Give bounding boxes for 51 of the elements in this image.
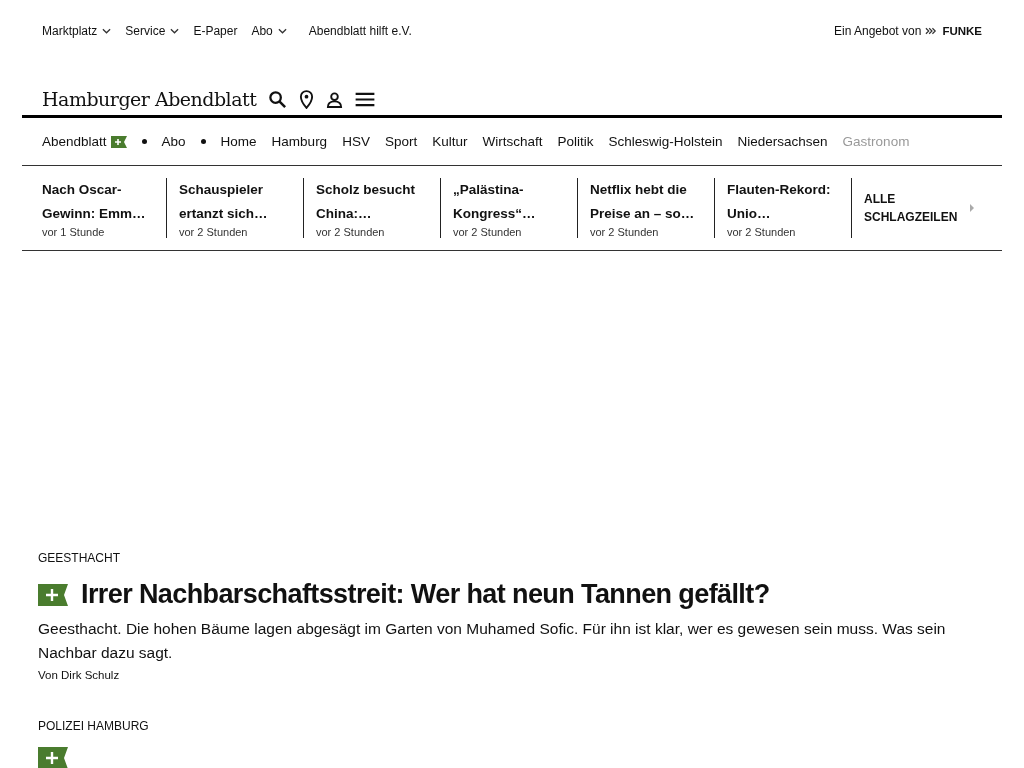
chevron-down-icon[interactable] — [170, 28, 180, 34]
headline-item[interactable]: Schauspieler ertanzt sich… vor 2 Stunden — [179, 178, 304, 238]
top-menu-link[interactable]: Abo — [251, 24, 287, 38]
publisher-label: Ein Angebot von — [833, 24, 922, 38]
publisher-logo[interactable]: FUNKE — [942, 25, 982, 37]
article-kicker: POLIZEI HAMBURG — [38, 719, 150, 733]
headline-title: Nach Oscar-Gewinn: Emm… — [42, 181, 147, 223]
article-headline[interactable]: Irrer Nachbarschaftsstreit: Wer hat neun Tannen gefällt? — [81, 579, 770, 610]
headline-time: vor 2 Stunden — [316, 226, 386, 238]
headline-item[interactable]: Netflix hebt die Preise an – so… vor 2 Stunden — [590, 178, 715, 238]
chevron-down-icon[interactable] — [277, 28, 287, 34]
headline-title: Schauspieler ertanzt sich… — [179, 181, 269, 223]
user-icon[interactable] — [326, 90, 344, 108]
nav-link[interactable]: Kultur — [432, 134, 468, 149]
headline-item[interactable]: „Palästina-Kongress“… vor 2 Stunden — [453, 178, 578, 238]
nav-link[interactable]: Home — [220, 134, 257, 149]
headline-item[interactable]: Scholz besucht China:… vor 2 Stunden — [316, 178, 441, 238]
location-pin-icon[interactable] — [299, 89, 315, 109]
headline-time: vor 1 Stunde — [42, 226, 106, 238]
nav-link[interactable]: HSV — [342, 134, 370, 149]
headline-time: vor 2 Stunden — [590, 226, 660, 238]
top-menu-link[interactable]: E-Paper — [193, 24, 238, 38]
all-headlines-link[interactable]: ALLE SCHLAGZEILEN — [864, 190, 960, 226]
headline-title: Scholz besucht China:… — [316, 181, 416, 223]
headline-time: vor 2 Stunden — [453, 226, 523, 238]
nav-link[interactable]: Sport — [384, 134, 418, 149]
newspaper-logo[interactable]: Hamburger Abendblatt — [42, 88, 257, 110]
chevron-down-icon[interactable] — [102, 28, 112, 34]
nav-link[interactable]: Politik — [557, 134, 594, 149]
headline-item[interactable]: Nach Oscar-Gewinn: Emm… vor 1 Stunde — [42, 178, 167, 238]
menu-icon[interactable] — [355, 91, 376, 107]
nav-link[interactable]: Hamburg — [271, 134, 328, 149]
nav-link[interactable]: Wirtschaft — [482, 134, 543, 149]
chevrons-icon — [925, 27, 939, 35]
nav-link[interactable]: Abendblatt — [42, 134, 127, 149]
headline-title: „Palästina-Kongress“… — [453, 181, 537, 223]
nav-link[interactable]: Abo — [161, 134, 186, 149]
top-menu-link[interactable]: Abendblatt hilft e.V. — [300, 24, 412, 38]
article-kicker: GEESTHACHT — [38, 551, 121, 565]
nav-link[interactable]: Schleswig-Holstein — [608, 134, 723, 149]
headline-title: Netflix hebt die Preise an – so… — [590, 181, 696, 223]
top-menu-link[interactable]: Service — [125, 24, 180, 38]
top-menu-link[interactable]: Marktplatz — [42, 24, 112, 38]
search-icon[interactable] — [268, 89, 288, 109]
article-author: Von Dirk Schulz — [38, 669, 121, 681]
headline-title: Flauten-Rekord: Unio… — [727, 181, 832, 223]
headline-time: vor 2 Stunden — [727, 226, 797, 238]
headline-item[interactable]: Flauten-Rekord: Unio… vor 2 Stunden — [727, 178, 852, 238]
headline-time: vor 2 Stunden — [179, 226, 249, 238]
article-teaser: Geesthacht. Die hohen Bäume lagen abgesägt im Garten von Muhamed Sofic. Für ihn ist klar, wer es gewesen sein muss. Was sein Nachbar dazu sagt. — [38, 619, 947, 663]
nav-link[interactable]: Niedersachsen — [737, 134, 828, 149]
